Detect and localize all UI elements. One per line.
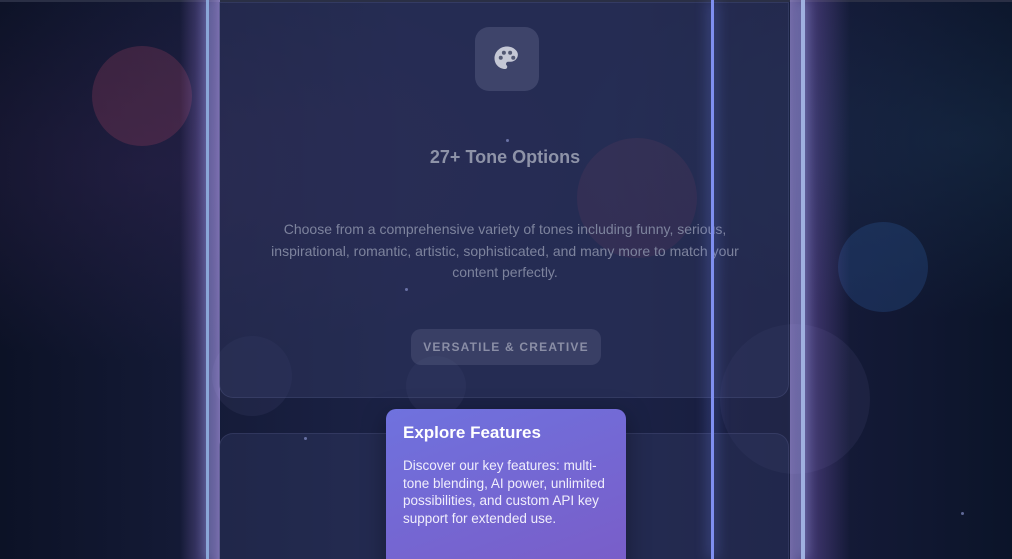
sparkle: [961, 512, 964, 515]
palette-icon: [475, 27, 539, 91]
bokeh-circle: [838, 222, 928, 312]
light-beam: [180, 0, 220, 559]
feature-badge: VERSATILE & CREATIVE: [411, 329, 601, 365]
app-viewport: 27+ Tone Options Choose from a comprehen…: [0, 0, 1012, 559]
light-beam: [206, 0, 209, 559]
tooltip-body: Discover our key features: multi-tone bl…: [403, 458, 605, 526]
tour-tooltip: Explore Features Discover our key featur…: [386, 409, 626, 559]
feature-card[interactable]: 27+ Tone Options Choose from a comprehen…: [219, 2, 789, 398]
light-beam: [790, 0, 850, 559]
light-beam: [801, 0, 805, 559]
feature-title: 27+ Tone Options: [429, 147, 581, 167]
sparkle: [304, 437, 307, 440]
sparkle: [506, 139, 509, 142]
bokeh-circle: [92, 46, 192, 146]
tooltip-title: Explore Features: [403, 423, 541, 442]
feature-description: Choose from a comprehensive variety of t…: [271, 221, 739, 280]
highlight-beam: [711, 0, 714, 559]
sparkle: [405, 288, 408, 291]
